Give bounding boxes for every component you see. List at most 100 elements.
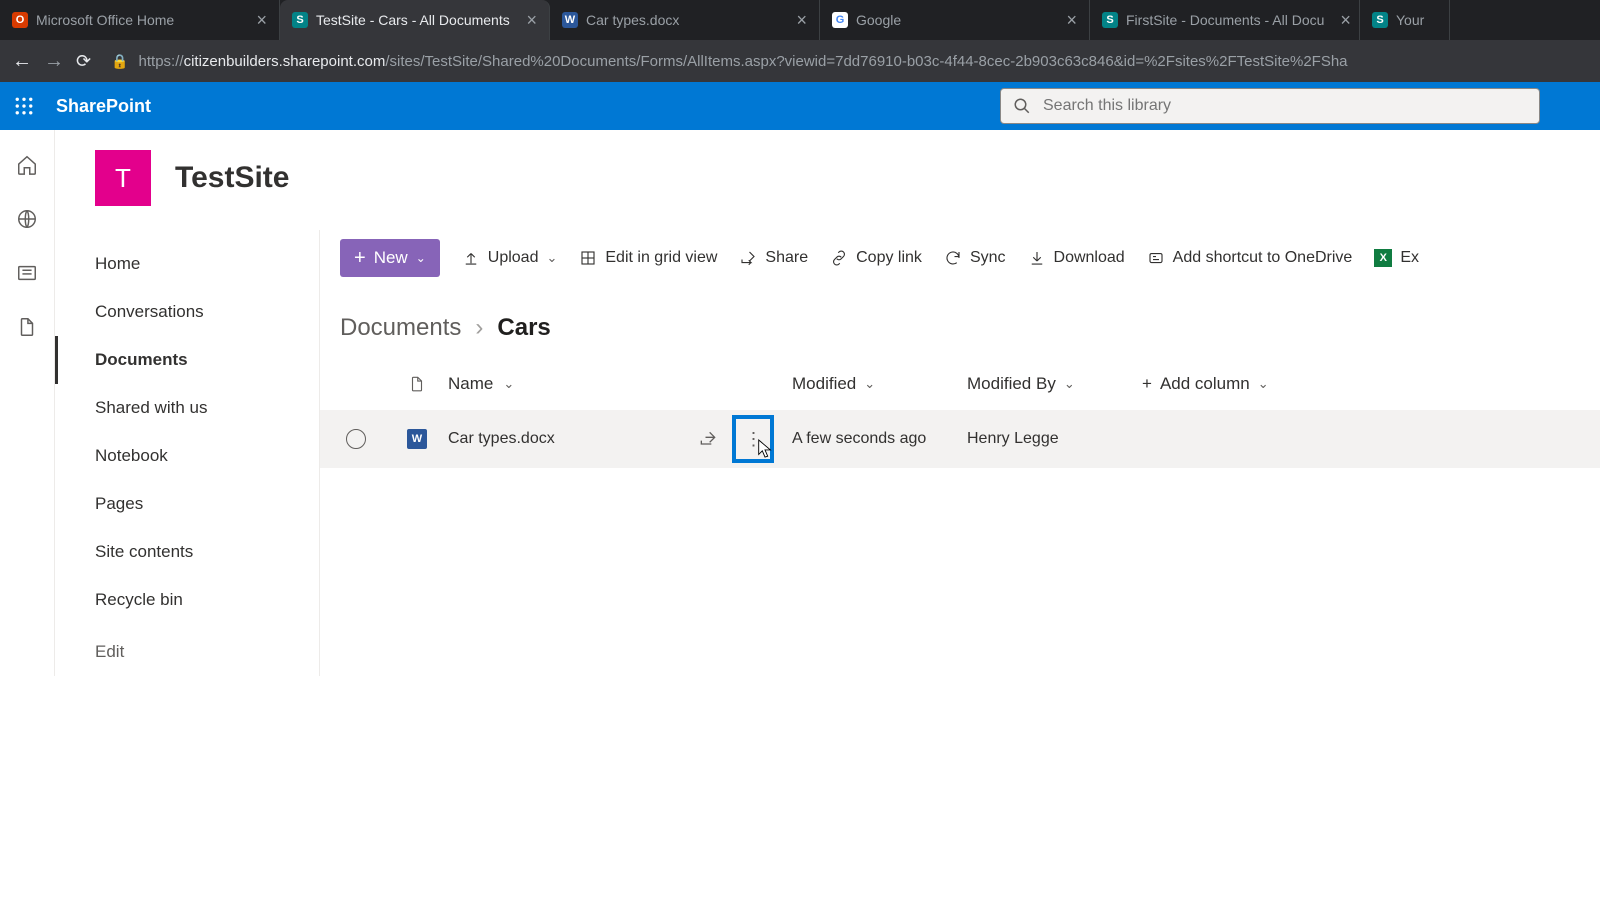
more-actions-button[interactable]: ⋮ (732, 415, 774, 463)
sync-button[interactable]: Sync (944, 249, 1006, 267)
nav-edit[interactable]: Edit (55, 628, 319, 676)
modified-by-header-label: Modified By (967, 374, 1056, 394)
left-navigation: Home Conversations Documents Shared with… (55, 230, 320, 676)
word-file-icon: W (407, 429, 427, 449)
browser-toolbar: ← → ⟳ 🔒 https://citizenbuilders.sharepoi… (0, 40, 1600, 82)
browser-tab[interactable]: S FirstSite - Documents - All Docu × (1090, 0, 1360, 40)
nav-notebook[interactable]: Notebook (55, 432, 319, 480)
browser-tab[interactable]: G Google × (820, 0, 1090, 40)
close-icon[interactable]: × (518, 10, 537, 31)
close-icon[interactable]: × (1058, 10, 1077, 31)
search-input[interactable] (1043, 97, 1527, 115)
name-column-header[interactable]: Name ⌄ (442, 374, 792, 394)
share-button[interactable]: Share (739, 249, 808, 267)
download-button[interactable]: Download (1028, 249, 1125, 267)
sharepoint-favicon: S (292, 12, 308, 28)
column-headers: Name ⌄ Modified ⌄ Modified By ⌄ + Add co… (320, 358, 1600, 410)
product-name[interactable]: SharePoint (56, 96, 151, 117)
chevron-down-icon: ⌄ (546, 250, 557, 266)
plus-icon: + (354, 247, 366, 270)
cursor-pointer-icon (756, 438, 774, 465)
close-icon[interactable]: × (248, 10, 267, 31)
name-header-label: Name (448, 374, 493, 394)
shortcut-label: Add shortcut to OneDrive (1173, 249, 1353, 267)
modified-by-column-header[interactable]: Modified By ⌄ (967, 374, 1142, 394)
modified-header-label: Modified (792, 374, 856, 394)
plus-icon: + (1142, 374, 1152, 394)
word-favicon: W (562, 12, 578, 28)
tab-label: Your (1396, 12, 1424, 28)
app-launcher-icon[interactable] (0, 82, 48, 130)
sharepoint-favicon: S (1372, 12, 1388, 28)
new-label: New (374, 248, 408, 268)
breadcrumb-root[interactable]: Documents (340, 314, 461, 342)
nav-site-contents[interactable]: Site contents (55, 528, 319, 576)
chevron-down-icon: ⌄ (864, 376, 875, 392)
office-favicon: O (12, 12, 28, 28)
breadcrumb: Documents › Cars (320, 286, 1600, 358)
export-excel-button[interactable]: X Ex (1374, 249, 1419, 267)
add-column-button[interactable]: + Add column ⌄ (1142, 374, 1269, 394)
add-shortcut-button[interactable]: Add shortcut to OneDrive (1147, 249, 1353, 267)
site-logo[interactable]: T (95, 150, 151, 206)
share-row-icon[interactable] (698, 429, 718, 449)
nav-recycle-bin[interactable]: Recycle bin (55, 576, 319, 624)
nav-conversations[interactable]: Conversations (55, 288, 319, 336)
nav-home[interactable]: Home (55, 240, 319, 288)
google-favicon: G (832, 12, 848, 28)
chevron-down-icon: ⌄ (1258, 376, 1269, 392)
url-host: citizenbuilders.sharepoint.com (184, 53, 386, 70)
download-label: Download (1054, 249, 1125, 267)
search-box[interactable] (1000, 88, 1540, 124)
new-button[interactable]: + New ⌄ (340, 239, 440, 277)
browser-tab-strip: O Microsoft Office Home × S TestSite - C… (0, 0, 1600, 40)
files-icon[interactable] (16, 316, 38, 338)
copy-link-button[interactable]: Copy link (830, 249, 922, 267)
modified-by-value[interactable]: Henry Legge (967, 430, 1059, 448)
home-icon[interactable] (16, 154, 38, 176)
export-label: Ex (1400, 249, 1419, 267)
modified-value: A few seconds ago (792, 430, 926, 448)
browser-tab[interactable]: O Microsoft Office Home × (0, 0, 280, 40)
close-icon[interactable]: × (788, 10, 807, 31)
file-row[interactable]: W Car types.docx ⋮ (320, 410, 1600, 468)
browser-tab[interactable]: S Your (1360, 0, 1450, 40)
tab-label: Car types.docx (586, 12, 679, 28)
news-icon[interactable] (16, 262, 38, 284)
chevron-down-icon: ⌄ (416, 251, 426, 265)
nav-pages[interactable]: Pages (55, 480, 319, 528)
file-type-column-icon[interactable] (392, 374, 442, 394)
chevron-right-icon: › (475, 314, 483, 342)
sync-label: Sync (970, 249, 1006, 267)
suite-header: SharePoint (0, 82, 1600, 130)
modified-column-header[interactable]: Modified ⌄ (792, 374, 967, 394)
sharepoint-favicon: S (1102, 12, 1118, 28)
chevron-down-icon: ⌄ (503, 376, 514, 392)
command-bar: + New ⌄ Upload ⌄ Edit in grid view (320, 230, 1600, 286)
close-icon[interactable]: × (1332, 10, 1351, 31)
excel-icon: X (1374, 249, 1392, 267)
reload-button[interactable]: ⟳ (76, 51, 91, 72)
address-bar[interactable]: 🔒 https://citizenbuilders.sharepoint.com… (103, 46, 1588, 76)
add-column-label: Add column (1160, 374, 1250, 394)
edit-grid-label: Edit in grid view (605, 249, 717, 267)
browser-tab[interactable]: S TestSite - Cars - All Documents × (280, 0, 550, 40)
globe-icon[interactable] (16, 208, 38, 230)
nav-shared-with-us[interactable]: Shared with us (55, 384, 319, 432)
site-title[interactable]: TestSite (175, 161, 289, 195)
file-name[interactable]: Car types.docx (448, 430, 555, 448)
back-button[interactable]: ← (12, 50, 32, 73)
main-area: T TestSite Home Conversations Documents … (0, 130, 1600, 676)
edit-grid-button[interactable]: Edit in grid view (579, 249, 717, 267)
breadcrumb-current: Cars (497, 314, 550, 342)
nav-documents[interactable]: Documents (55, 336, 319, 384)
share-label: Share (765, 249, 808, 267)
forward-button[interactable]: → (44, 50, 64, 73)
upload-button[interactable]: Upload ⌄ (462, 249, 558, 267)
browser-tab[interactable]: W Car types.docx × (550, 0, 820, 40)
tab-label: FirstSite - Documents - All Docu (1126, 12, 1324, 28)
copy-link-label: Copy link (856, 249, 922, 267)
tab-label: Google (856, 12, 901, 28)
upload-label: Upload (488, 249, 539, 267)
select-row-checkbox[interactable] (346, 429, 366, 449)
